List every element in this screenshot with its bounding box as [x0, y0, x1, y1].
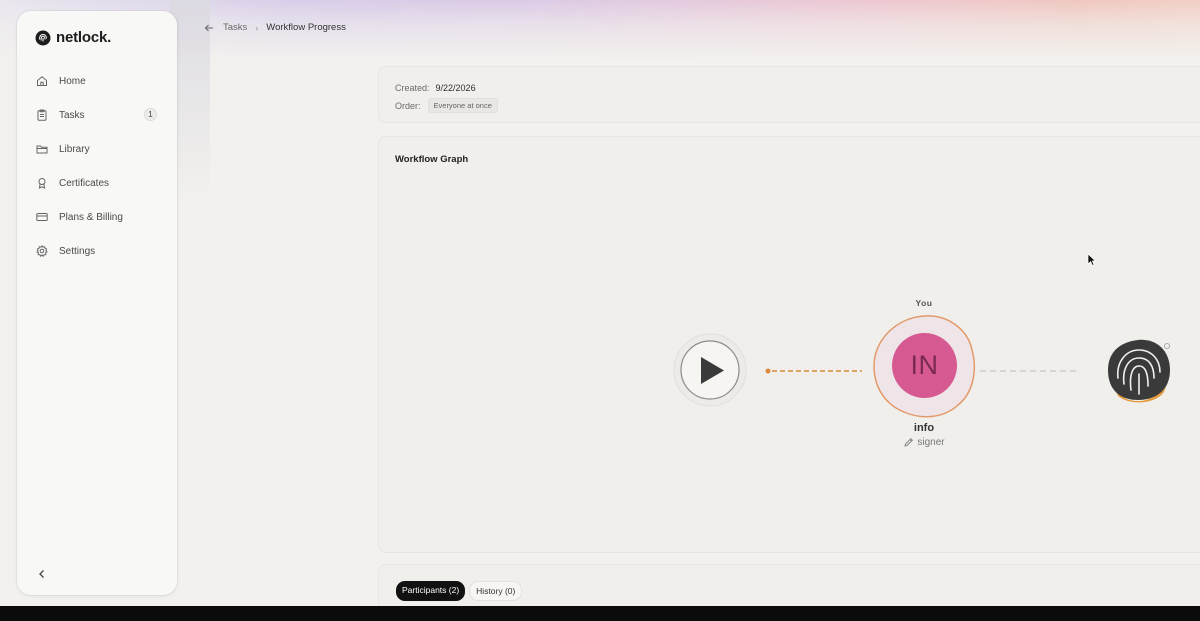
signer-role-label: signer [917, 437, 945, 448]
breadcrumb: Tasks › Workflow Progress [204, 22, 346, 33]
sidebar: netlock. Home Tasks 1 Library Certificat… [17, 11, 177, 595]
sidebar-item-label: Home [59, 75, 86, 87]
home-icon [37, 76, 47, 86]
sidebar-nav: Home Tasks 1 Library Certificates Plans … [17, 64, 177, 268]
signer-name: info [913, 422, 935, 434]
sidebar-item-label: Library [59, 143, 90, 155]
workflow-graph-panel: Workflow Graph [378, 136, 1200, 553]
pencil-icon [904, 437, 914, 447]
breadcrumb-tasks-link[interactable]: Tasks [223, 22, 247, 33]
sidebar-item-label: Tasks [59, 109, 85, 121]
award-icon [38, 178, 46, 189]
fingerprint-logo-icon [35, 30, 51, 45]
mouse-cursor-icon [1087, 253, 1096, 266]
tab-participants[interactable]: Participants (2) [396, 581, 466, 601]
sidebar-item-settings[interactable]: Settings [17, 234, 177, 268]
order-value-chip: Everyone at once [427, 98, 498, 113]
sidebar-item-library[interactable]: Library [17, 132, 177, 166]
sidebar-item-home[interactable]: Home [17, 64, 177, 98]
folder-icon [36, 145, 48, 154]
credit-card-icon [36, 213, 48, 221]
collapse-sidebar-chevron-icon[interactable] [36, 568, 48, 580]
graph-title: Workflow Graph [395, 154, 469, 165]
brand-logo[interactable]: netlock. [35, 29, 111, 46]
you-label: You [915, 298, 933, 308]
sidebar-item-certificates[interactable]: Certificates [17, 166, 177, 200]
gear-icon [36, 245, 48, 257]
sidebar-item-plans-billing[interactable]: Plans & Billing [17, 200, 177, 234]
tabs-panel: Participants (2) History (0) [378, 564, 1200, 606]
breadcrumb-separator-icon: › [255, 22, 259, 33]
start-node[interactable] [673, 333, 747, 407]
finish-fingerprint-node[interactable] [1108, 339, 1170, 403]
order-row: Order: Everyone at once [395, 98, 498, 113]
tasks-count-badge: 1 [144, 108, 157, 121]
back-arrow-icon[interactable] [204, 23, 214, 33]
app-window: netlock. Home Tasks 1 Library Certificat… [0, 0, 1200, 606]
task-meta-panel: Created: 9/22/2026 Order: Everyone at on… [378, 66, 1200, 123]
sidebar-item-tasks[interactable]: Tasks 1 [17, 98, 177, 132]
breadcrumb-current: Workflow Progress [266, 22, 346, 33]
tab-bar: Participants (2) History (0) [396, 581, 523, 601]
tab-history[interactable]: History (0) [469, 581, 523, 601]
sidebar-item-label: Settings [59, 245, 96, 257]
created-value: 9/22/2026 [435, 83, 476, 93]
signer-avatar[interactable]: IN [892, 333, 957, 398]
created-row: Created: 9/22/2026 [395, 83, 476, 93]
brand-name: netlock. [56, 29, 112, 46]
created-label: Created: [395, 83, 430, 93]
sidebar-item-label: Plans & Billing [59, 211, 123, 223]
order-label: Order: [395, 100, 421, 111]
sidebar-item-label: Certificates [59, 177, 110, 189]
signer-role: signer [894, 437, 954, 448]
clipboard-icon [37, 109, 47, 121]
